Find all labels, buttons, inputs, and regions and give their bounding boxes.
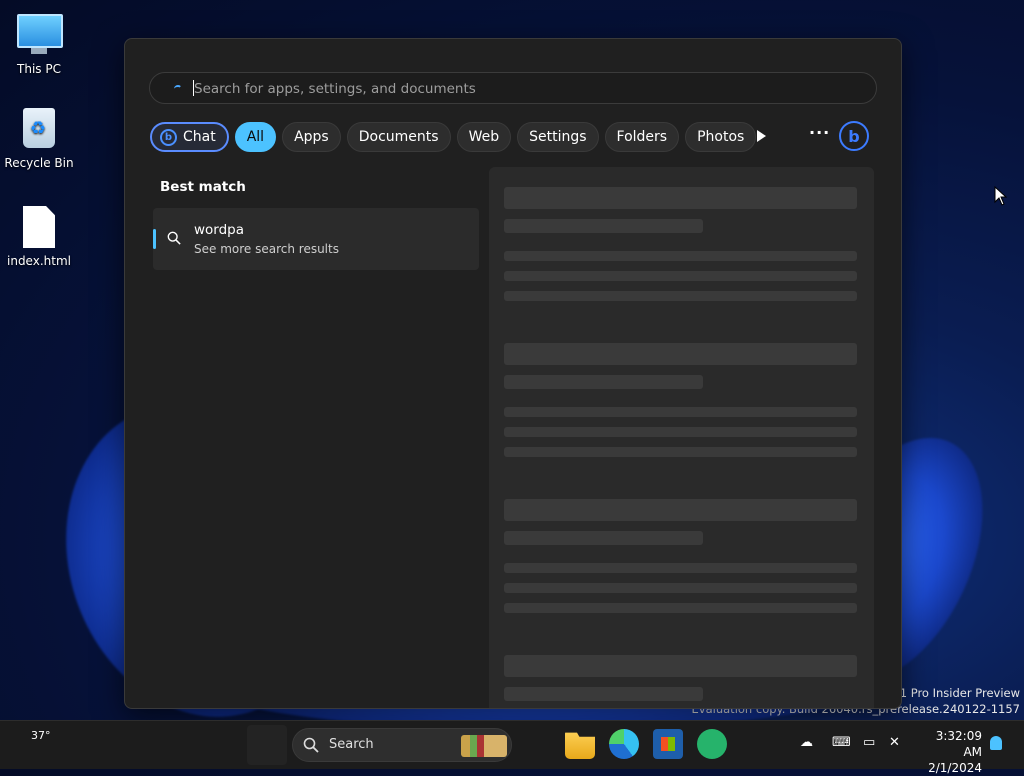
desktop-icon-index-html[interactable]: index.html	[4, 204, 74, 268]
search-highlight-icon	[461, 735, 507, 757]
skeleton-block	[504, 343, 857, 365]
search-icon	[303, 737, 319, 753]
filter-label: All	[246, 129, 265, 145]
skeleton-block	[504, 427, 857, 437]
filter-folders-button[interactable]: Folders	[604, 122, 680, 152]
filter-label: Folders	[616, 129, 668, 145]
filter-chat-button[interactable]: b Chat	[150, 122, 229, 152]
skeleton-block	[504, 603, 857, 613]
selection-accent	[153, 229, 156, 249]
cloud-offline-icon[interactable]: ☁	[800, 735, 813, 750]
filter-label: Web	[468, 129, 500, 145]
result-subtitle: See more search results	[194, 242, 339, 256]
document-icon	[17, 206, 61, 250]
skeleton-block	[504, 655, 857, 677]
preview-pane-loading	[489, 167, 874, 708]
volume-muted-icon[interactable]: ✕	[889, 735, 900, 750]
clock-time: 3:32:09 AM	[935, 729, 982, 759]
play-icon[interactable]	[757, 130, 766, 142]
search-filter-bar: b Chat All Apps Documents Web Settings F…	[150, 121, 757, 153]
skeleton-block	[504, 271, 857, 281]
network-icon[interactable]: ▭	[863, 735, 875, 750]
start-button[interactable]	[247, 725, 287, 765]
desktop-icon-label: index.html	[7, 254, 71, 268]
loading-spinner-icon	[174, 85, 182, 93]
recycle-bin-icon	[17, 108, 61, 152]
filter-label: Photos	[697, 129, 745, 145]
text-caret	[193, 80, 194, 96]
desktop-icon-recycle-bin[interactable]: Recycle Bin	[4, 106, 74, 170]
notification-bell-icon[interactable]	[990, 736, 1002, 750]
skeleton-block	[504, 687, 703, 701]
clock-date: 2/1/2024	[928, 761, 982, 775]
keyboard-icon[interactable]: ⌨	[832, 735, 851, 750]
skeleton-block	[504, 375, 703, 389]
skeleton-block	[504, 499, 857, 521]
desktop-icon-this-pc[interactable]: This PC	[4, 10, 74, 76]
mouse-cursor-icon	[994, 185, 1008, 210]
edge-icon[interactable]	[609, 729, 639, 759]
skeleton-block	[504, 187, 857, 209]
desktop-icon-label: Recycle Bin	[4, 156, 74, 170]
search-flyout: b Chat All Apps Documents Web Settings F…	[124, 38, 902, 709]
weather-widget[interactable]: 37°	[31, 729, 51, 742]
file-explorer-icon[interactable]	[565, 732, 595, 759]
skeleton-block	[504, 531, 703, 545]
bing-icon[interactable]: b	[839, 121, 869, 151]
filter-label: Documents	[358, 129, 439, 145]
skeleton-block	[504, 447, 857, 457]
bing-chat-icon: b	[160, 128, 177, 146]
more-icon[interactable]: ···	[809, 123, 830, 142]
best-match-heading: Best match	[160, 179, 246, 195]
filter-label: Apps	[294, 129, 329, 145]
result-title: wordpa	[194, 222, 245, 238]
taskbar: 37° Search ☁ ⌨ ▭ ✕ 3:32:09 AM 2/1/2024	[0, 720, 1024, 775]
taskbar-search-label: Search	[329, 737, 374, 752]
search-input[interactable]	[192, 77, 856, 101]
system-clock[interactable]: 3:32:09 AM 2/1/2024	[916, 728, 982, 776]
best-match-result[interactable]: wordpa See more search results	[153, 208, 479, 270]
desktop-icon-label: This PC	[17, 62, 61, 76]
taskbar-search-box[interactable]: Search	[292, 728, 512, 762]
filter-settings-button[interactable]: Settings	[517, 122, 599, 152]
skeleton-block	[504, 407, 857, 417]
filter-all-button[interactable]: All	[234, 122, 277, 152]
search-icon	[167, 231, 181, 245]
monitor-icon	[17, 14, 63, 58]
skeleton-block	[504, 291, 857, 301]
filter-photos-button[interactable]: Photos	[685, 122, 757, 152]
skeleton-block	[504, 219, 703, 233]
filter-apps-button[interactable]: Apps	[282, 122, 341, 152]
search-box[interactable]	[149, 72, 877, 104]
filter-documents-button[interactable]: Documents	[346, 122, 451, 152]
filter-label: Settings	[529, 129, 587, 145]
store-icon[interactable]	[653, 729, 683, 759]
green-app-icon[interactable]	[697, 729, 727, 759]
filter-label: Chat	[183, 129, 216, 145]
skeleton-block	[504, 583, 857, 593]
skeleton-block	[504, 251, 857, 261]
filter-web-button[interactable]: Web	[456, 122, 512, 152]
skeleton-block	[504, 563, 857, 573]
